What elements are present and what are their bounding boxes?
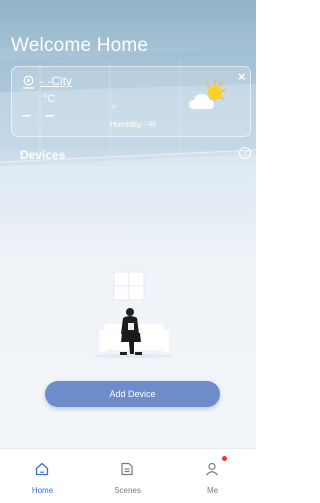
weather-card[interactable]: - -City °C – – -/- Humidity:--% × [11, 66, 251, 137]
tab-me[interactable]: Me [170, 449, 255, 503]
devices-section-title: Devices [20, 148, 66, 162]
notification-badge [222, 456, 227, 461]
temperature-range: -/- [110, 102, 118, 111]
profile-icon [206, 462, 218, 476]
scenes-icon [121, 462, 133, 476]
location-pin-icon [23, 75, 34, 89]
humidity-value: Humidity:--% [110, 120, 156, 129]
tab-me-label: Me [206, 486, 219, 495]
partly-sunny-icon [189, 80, 226, 109]
page-title: Welcome Home [11, 35, 149, 56]
close-icon[interactable]: × [238, 70, 246, 83]
temperature-unit: °C [43, 93, 56, 105]
home-hero-background: Welcome Home - -City °C – – -/- Humidity… [0, 0, 256, 255]
tab-scenes-label: Scenes [114, 486, 141, 495]
home-icon [35, 462, 49, 476]
add-device-button[interactable]: Add Device [45, 381, 220, 407]
bottom-tab-bar: Home Scenes Me [0, 448, 256, 503]
help-icon[interactable]: ? [239, 147, 251, 159]
tab-home-label: Home [31, 486, 54, 495]
home-screen: Welcome Home - -City °C – – -/- Humidity… [0, 0, 256, 503]
tab-home[interactable]: Home [0, 449, 85, 503]
empty-room-illustration [93, 271, 173, 358]
tab-scenes[interactable]: Scenes [85, 449, 170, 503]
temperature-value: – – [22, 107, 60, 124]
weather-city[interactable]: - -City [40, 74, 72, 88]
